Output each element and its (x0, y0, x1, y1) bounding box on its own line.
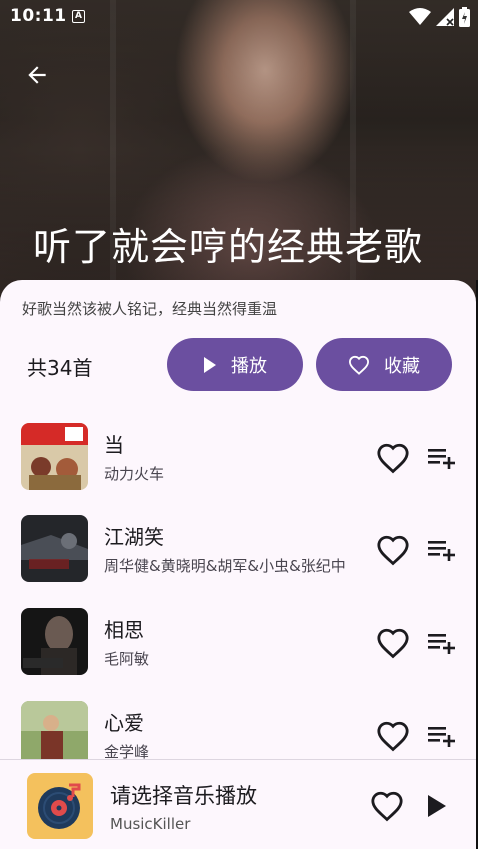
song-count: 共34首 (27, 356, 93, 380)
song-cover (21, 608, 88, 675)
vinyl-record-icon (38, 783, 81, 829)
song-artist: 周华健&黄晓明&胡军&小虫&张纪中 (104, 557, 346, 575)
playlist-add-icon[interactable] (424, 443, 458, 473)
song-title: 心爱 (104, 711, 144, 735)
song-title: 江湖笑 (104, 525, 164, 549)
like-song-heart-icon[interactable] (376, 533, 410, 567)
player-play-icon[interactable] (424, 792, 450, 820)
song-cover (21, 423, 88, 490)
song-title: 相思 (104, 618, 144, 642)
back-button[interactable] (20, 58, 54, 92)
signal-icon (436, 8, 454, 26)
favorite-playlist-button[interactable]: 收藏 (316, 338, 452, 391)
status-bar: 10:11 A (0, 0, 478, 34)
like-song-heart-icon[interactable] (376, 626, 410, 660)
song-cover (21, 701, 88, 768)
play-all-label: 播放 (231, 355, 267, 377)
song-row[interactable]: 江湖笑 周华健&黄晓明&胡军&小虫&张纪中 (0, 515, 476, 585)
playlist-add-icon[interactable] (424, 535, 458, 565)
play-icon (204, 356, 216, 373)
song-cover (21, 515, 88, 582)
song-row[interactable]: 当 动力火车 (0, 423, 476, 493)
heart-outline-icon (348, 355, 370, 375)
playlist-add-icon[interactable] (424, 721, 458, 751)
play-all-button[interactable]: 播放 (167, 338, 303, 391)
song-artist: 毛阿敏 (104, 650, 150, 668)
like-song-heart-icon[interactable] (376, 441, 410, 475)
song-title: 当 (104, 433, 124, 457)
playlist-title: 听了就会哼的经典老歌 (33, 225, 424, 269)
player-heart-icon[interactable] (370, 789, 404, 823)
playlist-add-icon[interactable] (424, 628, 458, 658)
mini-player[interactable]: 请选择音乐播放 MusicKiller (0, 759, 476, 849)
favorite-label: 收藏 (384, 355, 420, 377)
player-app-name: MusicKiller (110, 815, 191, 833)
battery-icon (459, 7, 470, 27)
like-song-heart-icon[interactable] (376, 719, 410, 753)
notification-icon: A (72, 10, 85, 23)
song-row[interactable]: 相思 毛阿敏 (0, 608, 476, 678)
playlist-description: 好歌当然该被人铭记，经典当然得重温 (22, 300, 278, 318)
status-time: 10:11 (10, 6, 67, 26)
player-cover (27, 773, 93, 839)
wifi-icon (409, 8, 431, 25)
song-artist: 动力火车 (104, 465, 165, 483)
player-title: 请选择音乐播放 (110, 784, 257, 808)
back-arrow-icon (28, 66, 46, 84)
